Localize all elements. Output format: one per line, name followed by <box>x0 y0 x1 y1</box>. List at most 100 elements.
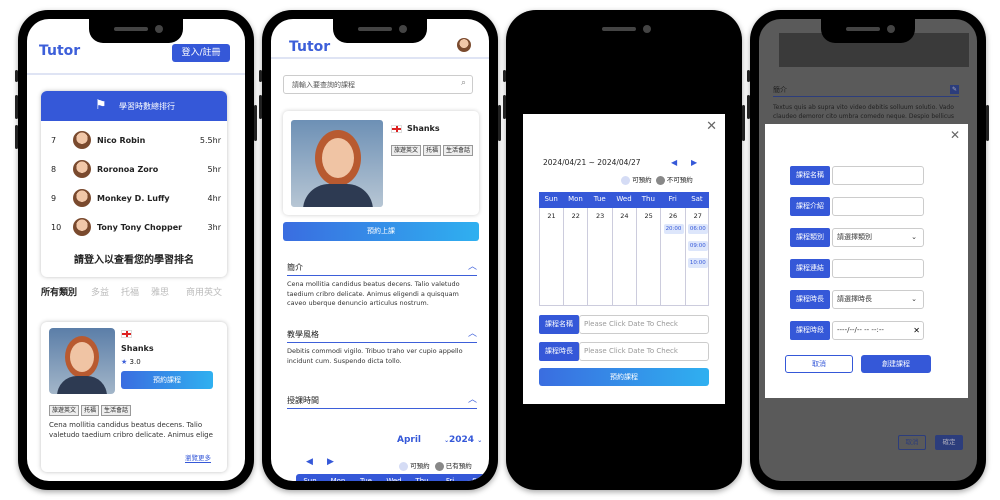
category-tabs: 所有類別 多益 托福 雅思 商用英文 <box>41 285 231 301</box>
bg-confirm-button[interactable]: 確定 <box>935 435 963 450</box>
time-slot[interactable]: 20:00 <box>663 224 684 234</box>
close-icon[interactable]: ✕ <box>706 119 717 134</box>
time-title: 授課時間 <box>287 396 319 405</box>
chevron-up-icon[interactable]: ︿ <box>468 328 477 340</box>
legend: 可預約 不可預約 <box>621 174 693 185</box>
search-icon[interactable]: ⌕ <box>461 78 466 88</box>
date-label: 21 <box>547 212 556 220</box>
tag: 生活會話 <box>101 405 132 416</box>
legend: 可預約 已有預約 <box>399 460 472 471</box>
duration-field[interactable]: Please Click Date To Check <box>579 342 709 361</box>
login-button[interactable]: 登入/註冊 <box>172 44 230 62</box>
book-lesson-button[interactable]: 預約上課 <box>283 222 479 241</box>
ranking-name: Nico Robin <box>97 136 146 145</box>
category-tab[interactable]: 托福 <box>121 285 139 298</box>
field-input[interactable] <box>832 259 924 278</box>
category-tab[interactable]: 所有類別 <box>41 285 77 298</box>
weekday-label: Sun <box>544 195 558 203</box>
podium-icon: ⚑ <box>95 98 107 113</box>
field-label: 課程時長 <box>790 290 830 309</box>
chevron-up-icon[interactable]: ︿ <box>468 394 477 406</box>
screen-1: Tutor 登入/註冊 ⚑ 學習時數總排行 7 Nico Robin 5.5hr 8 R… <box>27 19 245 481</box>
rank-number: 10 <box>51 223 62 232</box>
prev-week-arrow[interactable]: ◀ <box>671 158 677 167</box>
user-avatar[interactable] <box>457 38 471 52</box>
tag: 生活會話 <box>443 145 474 156</box>
rating: 3.0 <box>129 358 141 366</box>
category-tab[interactable]: 多益 <box>91 285 109 298</box>
phone-1: Tutor 登入/註冊 ⚑ 學習時數總排行 7 Nico Robin 5.5hr 8 R… <box>15 10 257 490</box>
weekday-label: Wed <box>616 195 632 203</box>
category-tab[interactable]: 雅思 <box>151 285 169 298</box>
date-label: 23 <box>595 212 605 220</box>
field-input[interactable] <box>832 197 924 216</box>
weekday-label: Sat <box>472 477 484 481</box>
edit-icon[interactable]: ✎ <box>950 85 959 94</box>
tag: 旅遊英文 <box>49 405 80 416</box>
tag: 托福 <box>81 405 100 416</box>
chevron-up-icon[interactable]: ︿ <box>468 261 477 273</box>
year-select[interactable]: 2024 ⌄ <box>449 435 482 445</box>
app-logo[interactable]: Tutor <box>289 39 330 55</box>
weekday-label: Tue <box>360 477 372 481</box>
create-course-button[interactable]: 創建課程 <box>861 355 931 373</box>
field-input[interactable]: ----/--/-- -- --:-- ✕ <box>832 321 924 340</box>
chevron-down-icon[interactable]: ⌄ <box>911 291 917 308</box>
cancel-button[interactable]: 取消 <box>785 355 853 373</box>
bg-cancel-button[interactable]: 取消 <box>898 435 926 450</box>
category-tab[interactable]: 商用英文 <box>186 285 222 298</box>
field-value: ----/--/-- -- --:-- <box>837 326 884 334</box>
next-week-arrow[interactable]: ▶ <box>691 158 697 167</box>
time-slot[interactable]: 06:00 <box>687 224 708 234</box>
month-select[interactable]: April ⌄ <box>397 435 449 445</box>
time-slot[interactable]: 09:00 <box>687 241 708 251</box>
course-field-row: 課程時長 請選擇時長 ⌄ <box>790 290 924 309</box>
teacher-name: Shanks <box>121 344 154 353</box>
date-range: 2024/04/21 ~ 2024/04/27 <box>543 158 641 167</box>
ranking-hours: 5hr <box>207 165 221 174</box>
day-column: 22 <box>564 208 589 305</box>
chevron-down-icon[interactable]: ⌄ <box>911 229 917 246</box>
teacher-card[interactable]: Shanks ★ 3.0 預約課程 旅遊英文 托福 生活會話 Cena mollit… <box>41 322 227 472</box>
user-avatar <box>73 218 91 236</box>
flag-icon <box>121 330 132 338</box>
tag-list: 旅遊英文 托福 生活會話 <box>49 397 133 416</box>
course-field-row: 課程連結 <box>790 259 924 278</box>
book-course-button[interactable]: 預約課程 <box>539 368 709 386</box>
field-input[interactable]: 請選擇時長 ⌄ <box>832 290 924 309</box>
next-week-arrow[interactable]: ▶ <box>327 457 334 467</box>
book-course-button[interactable]: 預約課程 <box>121 371 213 389</box>
login-prompt: 請登入以查看您的學習排名 <box>74 255 194 266</box>
course-name-field[interactable]: Please Click Date To Check <box>579 315 709 334</box>
weekday-header: Sun Mon Tue Wed Thu Fri Sat <box>296 474 489 481</box>
booking-modal: ✕ 2024/04/21 ~ 2024/04/27 ◀ ▶ 可預約 不可預約 S… <box>523 114 725 404</box>
prev-week-arrow[interactable]: ◀ <box>306 457 313 467</box>
screen-3: ✕ 2024/04/21 ~ 2024/04/27 ◀ ▶ 可預約 不可預約 S… <box>515 19 733 481</box>
ranking-row: 7 Nico Robin 5.5hr <box>41 131 227 153</box>
close-icon[interactable]: ✕ <box>950 128 960 142</box>
rank-number: 8 <box>51 165 57 174</box>
intro-section: 簡介 ︿ Cena mollitia candidus beatus decens… <box>287 262 477 309</box>
teacher-name: Shanks <box>407 124 440 133</box>
app-logo[interactable]: Tutor <box>39 43 80 59</box>
teacher-photo <box>49 328 115 394</box>
create-course-modal: ✕ 課程名稱 課程介紹 課程類別 請選擇類別 ⌄ 課程連結 課程時長 請選擇時長 ⌄ 課程時段 --… <box>765 124 968 398</box>
star-icon: ★ <box>121 358 128 366</box>
weekday-label: Fri <box>668 195 677 203</box>
style-title: 教學風格 <box>287 330 319 339</box>
ranking-title: 學習時數總排行 <box>119 102 175 111</box>
time-slot[interactable]: 10:00 <box>687 258 708 268</box>
weekday-label: Tue <box>593 195 606 203</box>
field-input[interactable]: 請選擇類別 ⌄ <box>832 228 924 247</box>
clear-icon[interactable]: ✕ <box>913 322 920 339</box>
day-column: 27 <box>686 208 710 305</box>
field-input[interactable] <box>832 166 924 185</box>
view-more-link[interactable]: 瀏覽更多 <box>185 452 211 463</box>
field-label: 課程類別 <box>790 228 830 247</box>
weekday-label: Sun <box>303 477 317 481</box>
teacher-desc: Cena mollitia candidus beatus decens. Ta… <box>49 421 213 439</box>
weekday-label: Thu <box>641 195 655 203</box>
user-avatar <box>73 160 91 178</box>
bg-intro-heading: 簡介 ✎ <box>773 85 959 97</box>
search-input[interactable]: 請輸入要查詢的課程 ⌕ <box>283 75 473 94</box>
